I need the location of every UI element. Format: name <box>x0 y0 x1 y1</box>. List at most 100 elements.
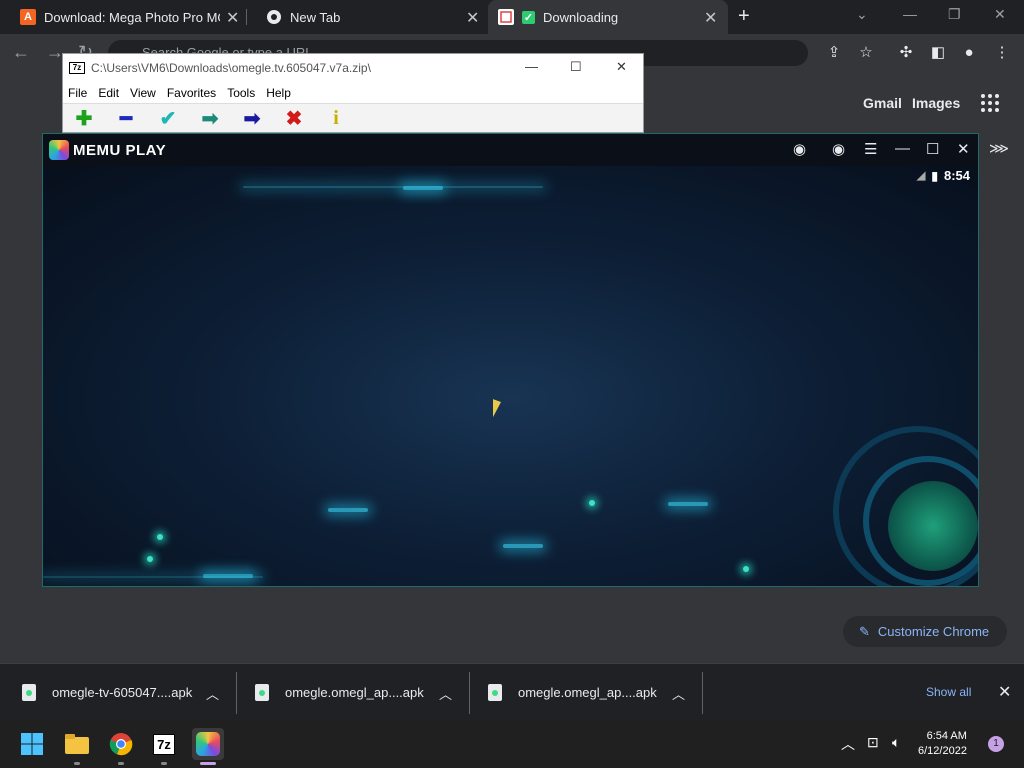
page-favicon <box>498 9 514 25</box>
chrome-icon[interactable] <box>105 728 137 760</box>
google-apps-icon[interactable] <box>981 94 999 112</box>
copy-icon[interactable]: ➡ <box>189 106 231 131</box>
menu-edit[interactable]: Edit <box>98 86 119 100</box>
windows-start-icon[interactable] <box>16 728 48 760</box>
7zip-window: 7z C:\Users\VM6\Downloads\omegle.tv.6050… <box>62 53 644 133</box>
side-panel-icon[interactable]: ◧ <box>929 43 947 61</box>
memu-gem-icon <box>49 140 69 160</box>
share-icon[interactable]: ⇪ <box>825 43 843 61</box>
light-glow <box>403 186 443 190</box>
volume-icon[interactable]: 🔈︎ <box>892 734 900 751</box>
minimize-icon[interactable]: — <box>895 140 910 157</box>
menu-tools[interactable]: Tools <box>227 86 255 100</box>
memu-titlebar[interactable]: MEMU PLAY ◉ ◉ ☰ — ☐ ✕ <box>43 134 978 166</box>
menu-help[interactable]: Help <box>266 86 291 100</box>
chevron-up-icon[interactable]: ︿ <box>672 684 685 703</box>
maximize-icon[interactable]: ☐ <box>570 59 582 75</box>
7zip-icon[interactable]: 7z <box>148 728 180 760</box>
memu-window: MEMU PLAY ◉ ◉ ☰ — ☐ ✕ ◢ ▮ 8:54 <box>42 133 979 587</box>
system-clock[interactable]: 6:54 AM 6/12/2022 <box>918 729 967 759</box>
light-streak <box>243 186 543 188</box>
shelf-separator <box>469 672 470 714</box>
tab-close-icon[interactable]: ✕ <box>466 8 479 28</box>
show-all-link[interactable]: Show all <box>926 685 971 699</box>
chevron-up-icon[interactable]: ︿ <box>439 684 452 703</box>
android-screen[interactable] <box>43 166 978 586</box>
tab-strip: A Download: Mega Photo Pro MOD ✕ New Tab… <box>0 0 1024 34</box>
download-filename: omegle.omegl_ap....apk <box>518 685 657 700</box>
tab-close-icon[interactable]: ✕ <box>704 8 717 28</box>
memu-icon[interactable] <box>192 728 224 760</box>
restore-icon[interactable]: ❐ <box>948 6 961 23</box>
gmail-link[interactable]: Gmail <box>863 95 902 111</box>
running-indicator <box>161 762 167 765</box>
customize-chrome-button[interactable]: ✎ Customize Chrome <box>843 616 1007 647</box>
notification-badge[interactable]: 1 <box>988 736 1004 752</box>
7zip-logo-icon: 7z <box>69 62 85 74</box>
info-icon[interactable]: i <box>315 107 357 130</box>
new-tab-button[interactable]: + <box>738 5 750 28</box>
tab-download-mega-photo[interactable]: A Download: Mega Photo Pro MOD ✕ <box>0 0 246 34</box>
apk-file-icon <box>255 684 269 701</box>
menu-favorites[interactable]: Favorites <box>167 86 216 100</box>
check-icon: ✓ <box>522 10 535 24</box>
network-icon[interactable]: ⊡ <box>867 734 879 751</box>
maximize-icon[interactable]: ☐ <box>926 140 939 158</box>
light-dot <box>157 534 163 540</box>
expand-sidebar-icon[interactable]: ⋙ <box>989 140 1009 157</box>
chrome-menu-icon[interactable]: ⋮ <box>993 43 1011 61</box>
chevron-up-icon[interactable]: ︿ <box>206 684 219 703</box>
images-link[interactable]: Images <box>912 95 960 111</box>
download-item[interactable]: omegle.omegl_ap....apk <box>488 664 657 721</box>
android-status-bar: ◢ ▮ 8:54 <box>917 168 970 183</box>
minimize-icon[interactable]: — <box>903 6 917 22</box>
tab-downloading[interactable]: ✓ Downloading ✕ <box>488 0 728 34</box>
7zip-titlebar[interactable]: 7z C:\Users\VM6\Downloads\omegle.tv.6050… <box>63 54 643 82</box>
file-explorer-icon[interactable] <box>61 728 93 760</box>
light-dot <box>147 556 153 562</box>
site-favicon: A <box>20 9 36 25</box>
menu-icon[interactable]: ☰ <box>864 140 877 158</box>
test-icon[interactable]: ✔ <box>147 106 189 131</box>
tab-search-icon[interactable]: ⌄ <box>856 6 868 23</box>
apk-file-icon <box>22 684 36 701</box>
menu-view[interactable]: View <box>130 86 156 100</box>
active-indicator <box>200 762 216 765</box>
download-filename: omegle.omegl_ap....apk <box>285 685 424 700</box>
minimize-icon[interactable]: — <box>525 59 538 74</box>
light-glow <box>328 508 368 512</box>
account-icon[interactable]: ◉ <box>793 140 806 158</box>
chrome-icon <box>266 9 282 25</box>
tab-new-tab[interactable]: New Tab ✕ <box>246 0 486 34</box>
bookmark-star-icon[interactable]: ☆ <box>857 43 875 61</box>
download-item[interactable]: omegle-tv-605047....apk <box>22 664 192 721</box>
close-icon[interactable]: ✕ <box>994 6 1006 23</box>
decor-core <box>888 481 978 571</box>
download-item[interactable]: omegle.omegl_ap....apk <box>255 664 424 721</box>
remove-icon[interactable]: ━ <box>105 106 147 131</box>
extensions-icon[interactable]: ✣ <box>897 43 915 61</box>
signal-icon: ◢ <box>916 170 926 182</box>
profile-icon[interactable]: ● <box>960 43 978 61</box>
close-icon[interactable]: ✕ <box>957 140 970 158</box>
shelf-separator <box>702 672 703 714</box>
download-shelf: omegle-tv-605047....apk ︿ omegle.omegl_a… <box>0 663 1024 720</box>
delete-icon[interactable]: ✖ <box>273 106 315 131</box>
battery-icon: ▮ <box>931 168 938 183</box>
back-icon[interactable]: ← <box>12 42 30 63</box>
tab-close-icon[interactable]: ✕ <box>226 8 239 28</box>
running-indicator <box>118 762 124 765</box>
move-icon[interactable]: ➡ <box>231 106 273 131</box>
settings-icon[interactable]: ◉ <box>832 140 845 158</box>
pencil-icon: ✎ <box>859 623 870 639</box>
archive-path: C:\Users\VM6\Downloads\omegle.tv.605047.… <box>91 61 371 75</box>
menu-file[interactable]: File <box>68 86 87 100</box>
running-indicator <box>74 762 80 765</box>
chevron-up-icon[interactable]: ︿ <box>841 734 855 754</box>
taskbar: 7z ︿ ⊡ 🔈︎ 6:54 AM 6/12/2022 <box>0 720 1024 768</box>
memu-brand: MEMU PLAY <box>73 141 167 159</box>
close-icon[interactable]: ✕ <box>616 59 627 75</box>
download-filename: omegle-tv-605047....apk <box>52 685 193 700</box>
add-icon[interactable]: ✚ <box>63 106 105 131</box>
close-shelf-icon[interactable]: ✕ <box>998 682 1011 702</box>
